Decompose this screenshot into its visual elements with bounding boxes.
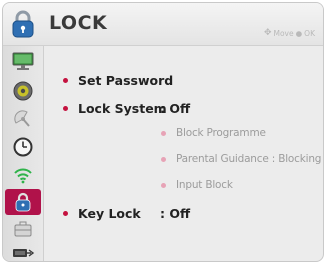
lock-system-value: : Off (160, 101, 191, 116)
channel-icon (14, 110, 30, 127)
wifi-icon (14, 168, 32, 184)
bullet-icon (161, 182, 166, 188)
sidebar-item-lock[interactable] (5, 189, 41, 215)
sidebar-item-option[interactable] (7, 218, 39, 240)
menu-item-parental-guidance: Parental Guidance : Blocking Off (161, 153, 324, 165)
input-icon (13, 249, 35, 257)
bullet-icon (63, 106, 68, 111)
key-lock-label: Key Lock (78, 206, 141, 221)
picture-icon (12, 52, 34, 70)
lock-icon (12, 10, 34, 38)
lock-settings-window: LOCK ✥ Move ● OK Set Password Lock Syste… (2, 2, 324, 262)
parental-guidance-label: Parental Guidance : Blocking Off (176, 153, 324, 165)
menu-item-lock-system[interactable]: Lock System : Off (63, 101, 190, 116)
settings-sidebar (3, 46, 44, 261)
sidebar-item-time[interactable] (7, 136, 39, 158)
sidebar-item-sound[interactable] (7, 80, 39, 102)
page-title: LOCK (49, 12, 108, 34)
input-block-label: Input Block (176, 179, 233, 191)
move-arrows-icon: ✥ (263, 28, 272, 38)
sidebar-item-network[interactable] (7, 164, 39, 186)
menu-item-input-block: Input Block (161, 179, 233, 191)
set-password-label: Set Password (78, 73, 174, 88)
navigation-hint: ✥ Move ● OK (264, 28, 315, 38)
menu-item-block-programme: Block Programme (161, 127, 266, 139)
briefcase-icon (14, 221, 32, 237)
sidebar-item-input[interactable] (7, 242, 39, 261)
lock-icon (15, 192, 31, 212)
ok-button-icon: ● (295, 28, 303, 38)
hint-ok-label: OK (304, 28, 315, 38)
clock-icon (13, 137, 33, 157)
key-lock-value: : Off (160, 206, 191, 221)
menu-item-key-lock[interactable]: Key Lock : Off (63, 206, 190, 221)
header-bar: LOCK ✥ Move ● OK (3, 3, 323, 46)
menu-item-set-password[interactable]: Set Password (63, 73, 173, 88)
lock-system-label: Lock System (78, 101, 167, 116)
sound-icon (13, 81, 33, 101)
block-programme-label: Block Programme (176, 127, 266, 139)
bullet-icon (63, 211, 68, 216)
bullet-icon (161, 130, 166, 136)
bullet-icon (63, 78, 68, 83)
sidebar-item-picture[interactable] (7, 50, 39, 72)
sidebar-item-channel[interactable] (7, 108, 39, 130)
hint-move-label: Move (273, 28, 294, 38)
bullet-icon (161, 156, 166, 162)
